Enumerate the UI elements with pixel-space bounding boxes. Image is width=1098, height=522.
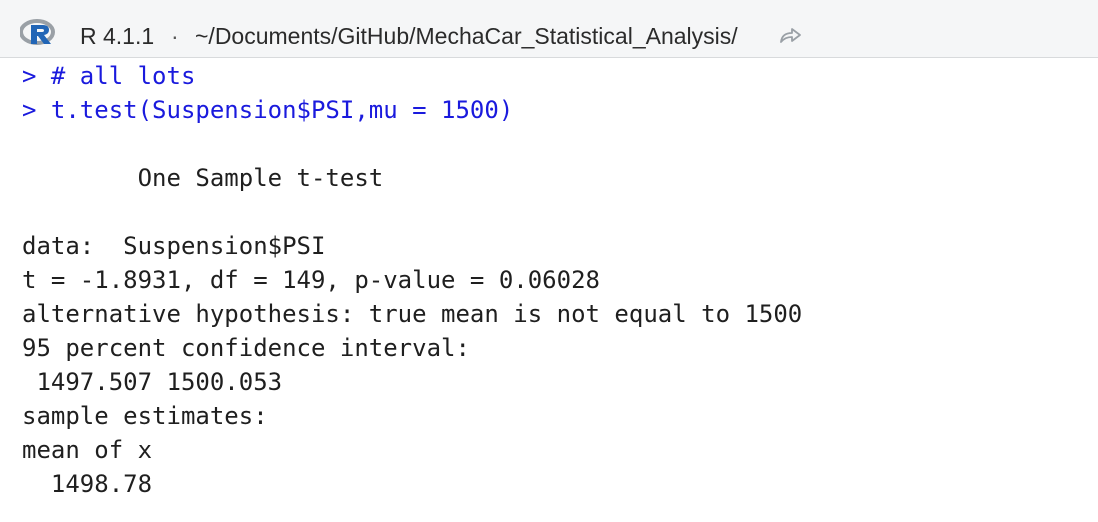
data-line: data: Suspension$PSI — [22, 232, 326, 260]
sample-estimates-label: sample estimates: — [22, 402, 268, 430]
confidence-interval-values: 1497.507 1500.053 — [22, 368, 283, 396]
confidence-interval-label: 95 percent confidence interval: — [22, 334, 470, 362]
estimate-value: 1498.78 — [22, 470, 153, 498]
console-command-line: > t.test(Suspension$PSI,mu = 1500) — [22, 96, 514, 124]
test-title: One Sample t-test — [22, 164, 384, 192]
r-logo-icon — [19, 19, 58, 47]
estimate-name: mean of x — [22, 436, 153, 464]
r-console-pane[interactable]: R 4.1.1 · ~/Documents/GitHub/MechaCar_St… — [0, 0, 1098, 522]
console-command-line: > # all lots — [22, 62, 196, 90]
console-header: R 4.1.1 · ~/Documents/GitHub/MechaCar_St… — [0, 0, 1098, 58]
statistic-line: t = -1.8931, df = 149, p-value = 0.06028 — [22, 266, 600, 294]
header-separator: · — [171, 23, 179, 49]
alternative-hypothesis-line: alternative hypothesis: true mean is not… — [22, 300, 803, 328]
working-directory-path: ~/Documents/GitHub/MechaCar_Statistical_… — [195, 23, 738, 49]
r-version-label: R 4.1.1 — [80, 23, 155, 49]
go-to-directory-icon[interactable] — [778, 24, 804, 46]
